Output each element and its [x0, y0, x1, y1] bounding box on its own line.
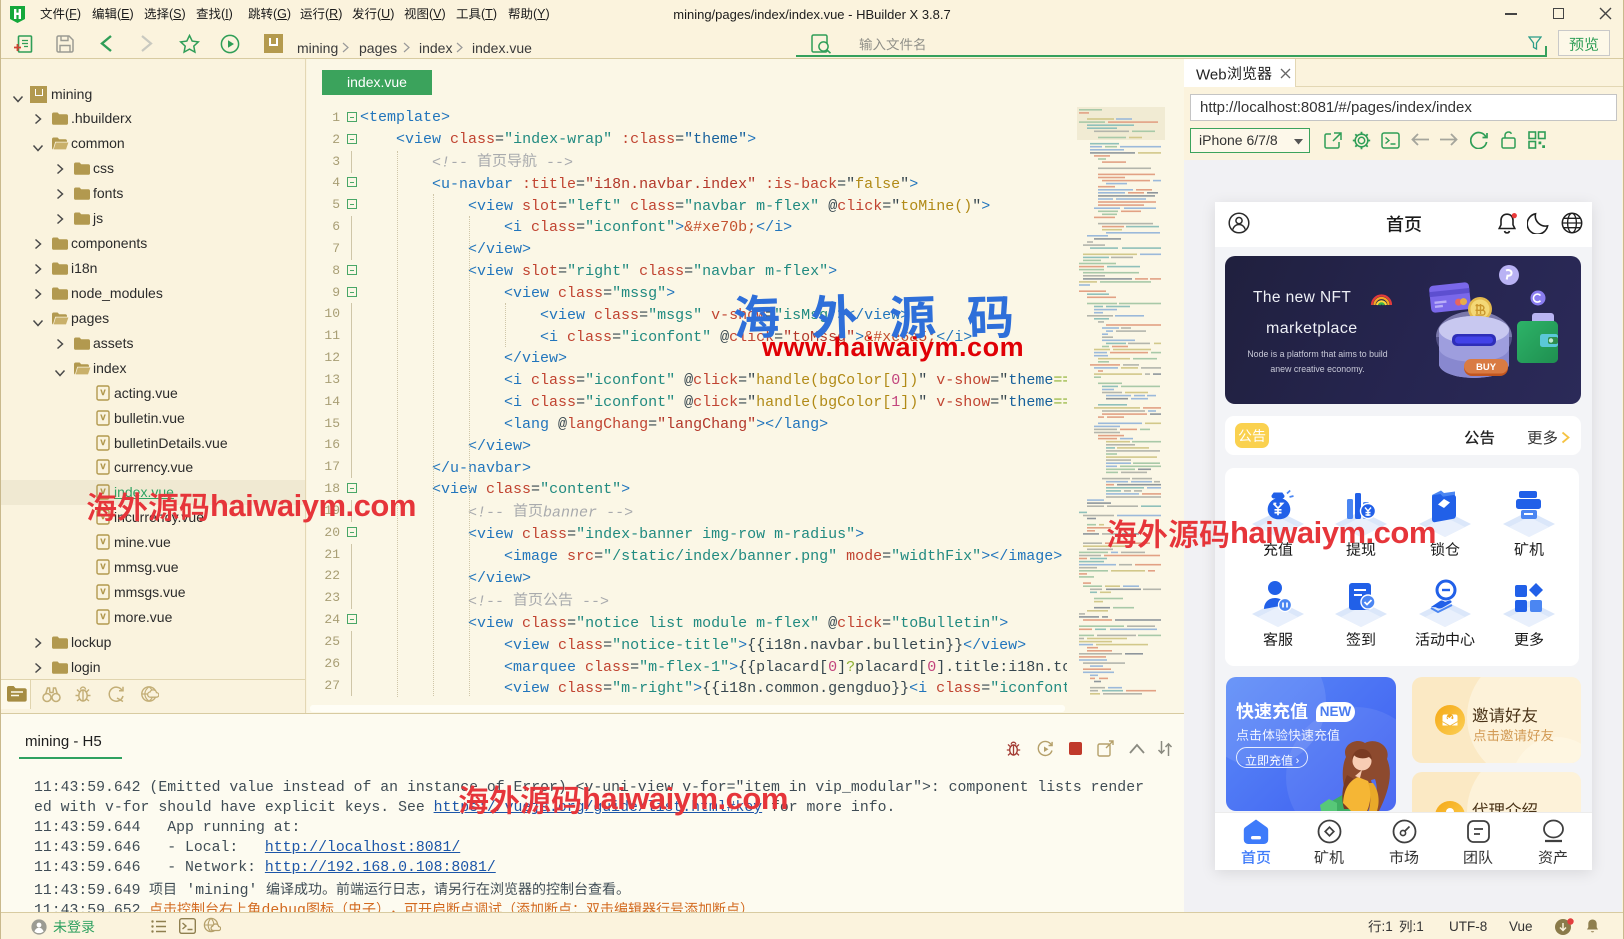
- svg-text:BUY: BUY: [1476, 362, 1497, 373]
